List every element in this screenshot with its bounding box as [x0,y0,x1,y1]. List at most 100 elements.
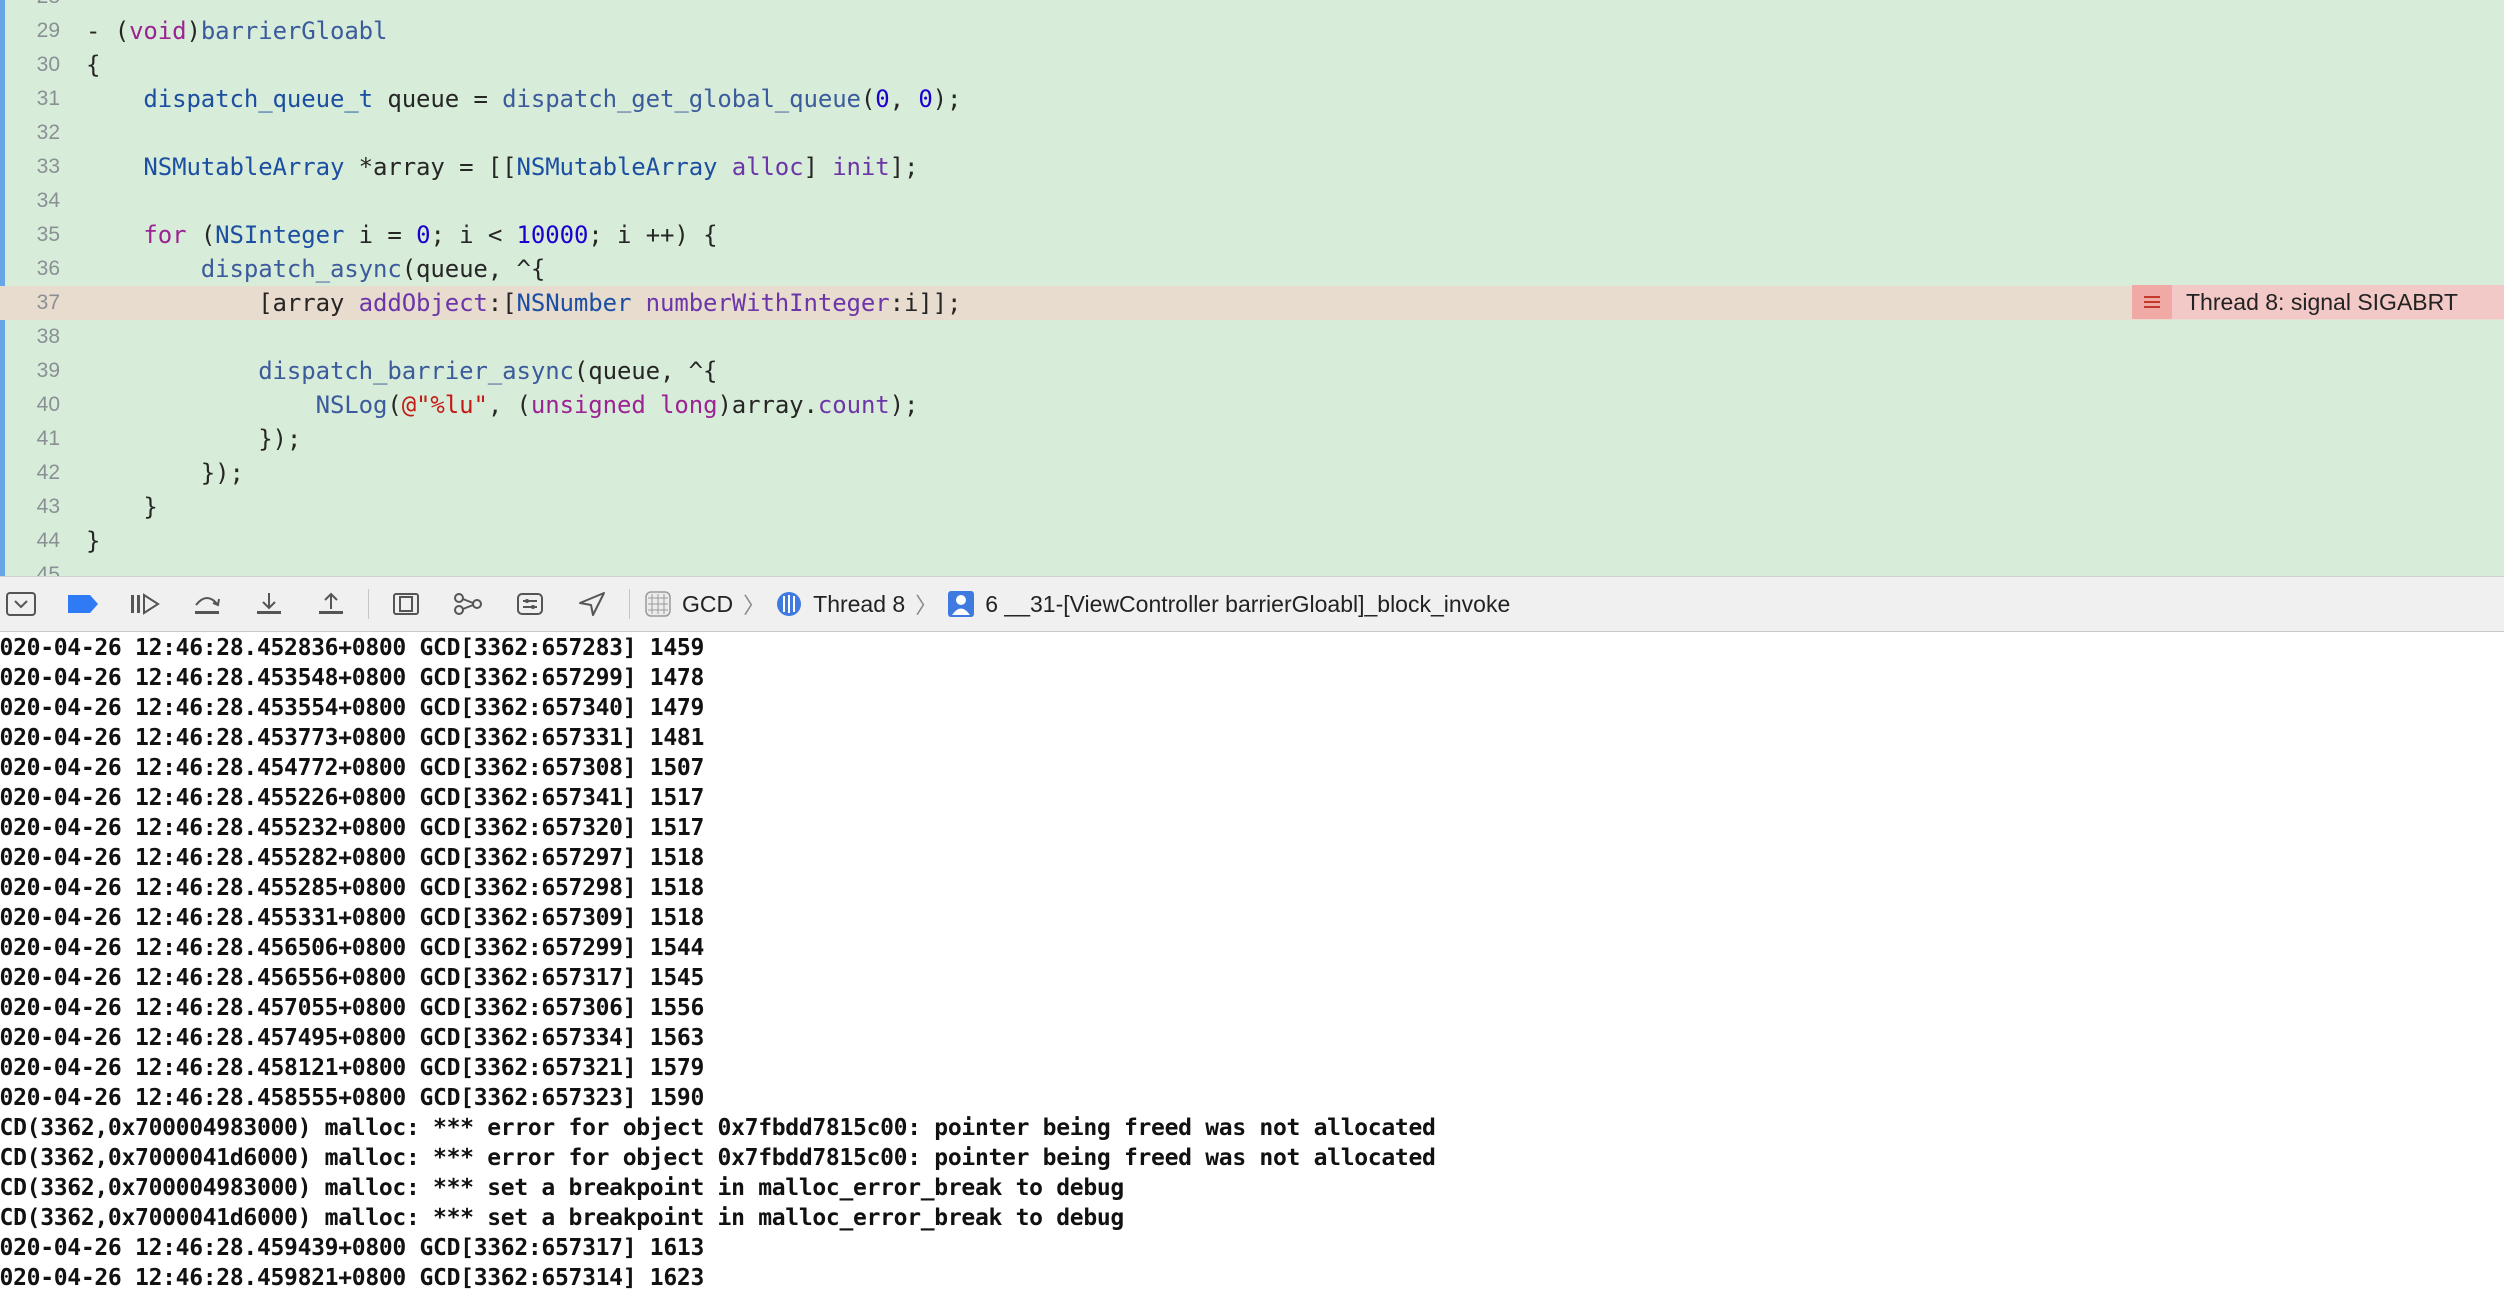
code-line[interactable]: 36 dispatch_async(queue, ^{ [0,252,2504,286]
error-lines-icon[interactable] [2132,285,2172,319]
console-line: 2020-04-26 12:46:28.455232+0800 GCD[3362… [0,815,705,841]
process-icon [644,590,672,618]
line-number[interactable]: 38 [0,320,60,354]
line-number[interactable]: 41 [0,422,60,456]
code-line[interactable]: 32 [0,116,2504,150]
line-number[interactable]: 28 [0,0,60,14]
code-line[interactable]: 40 NSLog(@"%lu", (unsigned long)array.co… [0,388,2504,422]
breadcrumb-frame-label: 6 __31-[ViewController barrierGloabl]_bl… [985,590,1511,617]
view-hierarchy-button[interactable] [385,586,427,622]
breadcrumb-frame[interactable]: 6 __31-[ViewController barrierGloabl]_bl… [947,586,1510,622]
line-number[interactable]: 39 [0,354,60,388]
line-number[interactable]: 32 [0,116,60,150]
console-line: 2020-04-26 12:46:28.457495+0800 GCD[3362… [0,1025,705,1051]
console-line: 2020-04-26 12:46:28.457055+0800 GCD[3362… [0,995,705,1021]
step-into-button[interactable] [248,586,290,622]
code-token: numberWithInteger [645,289,890,317]
memory-graph-icon [452,591,484,617]
code-line[interactable]: 28 [0,0,2504,14]
code-editor[interactable]: 2829 - (void)barrierGloabl 30 {31 dispatch_… [0,0,2504,576]
code-token: @"%lu" [401,391,488,419]
code-line[interactable]: 33 NSMutableArray *array = [[NSMutableAr… [0,150,2504,184]
console-line: 2020-04-26 12:46:28.456556+0800 GCD[3362… [0,965,705,991]
line-number[interactable]: 45 [0,558,60,576]
step-out-icon [316,591,346,617]
line-number[interactable]: 42 [0,456,60,490]
code-line[interactable]: 42 }); [0,456,2504,490]
console-line: 2020-04-26 12:46:28.455226+0800 GCD[3362… [0,785,705,811]
error-annotation-banner[interactable]: Thread 8: signal SIGABRT [2132,285,2504,319]
line-number[interactable]: 34 [0,184,60,218]
line-number[interactable]: 44 [0,524,60,558]
continue-button[interactable] [124,586,166,622]
hide-debug-area-icon [6,591,36,617]
line-number[interactable]: 36 [0,252,60,286]
code-text: }); [86,422,301,456]
code-token: )array. [717,391,818,419]
code-token: dispatch_get_global_queue [502,85,861,113]
toolbar-separator [629,589,630,619]
line-number[interactable]: 40 [0,388,60,422]
code-token: addObject [358,289,488,317]
code-token: ); [932,85,962,113]
code-token: barrierGloabl [200,17,388,45]
line-number[interactable]: 37 [0,286,60,320]
code-line[interactable]: 44} [0,524,2504,558]
code-line[interactable]: 43 } [0,490,2504,524]
environment-overrides-icon [515,591,545,617]
code-token: queue = [373,85,503,113]
code-line[interactable]: 30 { [0,48,2504,82]
hide-debug-area-button[interactable] [0,586,42,622]
breakpoints-toggle-button[interactable] [62,586,104,622]
code-token: NSLog [315,391,388,419]
code-token: 0 [875,85,890,113]
code-line[interactable]: 34 [0,184,2504,218]
simulate-location-button[interactable] [571,586,613,622]
code-line[interactable]: 37 [array addObject:[NSNumber numberWith… [0,286,2504,320]
code-line[interactable]: 31 dispatch_queue_t queue = dispatch_get… [0,82,2504,116]
code-token: }); [86,459,244,487]
code-token: NSMutableArray [516,153,718,181]
code-line[interactable]: 38 [0,320,2504,354]
code-token: } [86,493,158,521]
code-line[interactable]: 41 }); [0,422,2504,456]
breadcrumb-process-label: GCD [682,590,734,617]
console-line: 2020-04-26 12:46:28.459439+0800 GCD[3362… [0,1235,705,1261]
code-token: ( [860,85,876,113]
breadcrumb-process[interactable]: GCD [644,586,733,622]
line-number[interactable]: 29 [0,14,60,48]
console-line: 2020-04-26 12:46:28.455285+0800 GCD[3362… [0,875,705,901]
code-token: dispatch_async [200,255,402,283]
line-number[interactable]: 43 [0,490,60,524]
breadcrumb-thread[interactable]: Thread 8 [775,586,905,622]
code-text: }); [86,456,244,490]
code-line[interactable]: 45 [0,558,2504,576]
memory-graph-button[interactable] [447,586,489,622]
code-line[interactable]: 35 for (NSInteger i = 0; i < 10000; i ++… [0,218,2504,252]
environment-overrides-button[interactable] [509,586,551,622]
code-token: init [832,153,890,181]
code-token: (queue, ^{ [401,255,546,283]
code-line[interactable]: 39 dispatch_barrier_async(queue, ^{ [0,354,2504,388]
step-over-button[interactable] [186,586,228,622]
line-number[interactable]: 31 [0,82,60,116]
console-line: 2020-04-26 12:46:28.456506+0800 GCD[3362… [0,935,705,961]
code-token: [array [86,289,359,317]
code-token: 0 [416,221,431,249]
code-line[interactable]: 29 - (void)barrierGloabl [0,14,2504,48]
code-text: } [86,490,158,524]
line-number[interactable]: 30 [0,48,60,82]
chevron-right-icon: 〉 [743,593,766,618]
step-over-icon [192,591,222,617]
breakpoint-icon [66,593,100,615]
line-number[interactable]: 35 [0,218,60,252]
thread-icon [775,590,803,618]
user-frame-icon [947,590,975,618]
breadcrumb: GCD 〉 Thread 8 〉 6 __31-[ViewController … [644,586,1510,622]
step-out-button[interactable] [310,586,352,622]
line-number[interactable]: 33 [0,150,60,184]
debug-console[interactable]: 2020-04-26 12:46:28.452836+0800 GCD[3362… [0,632,2504,1308]
